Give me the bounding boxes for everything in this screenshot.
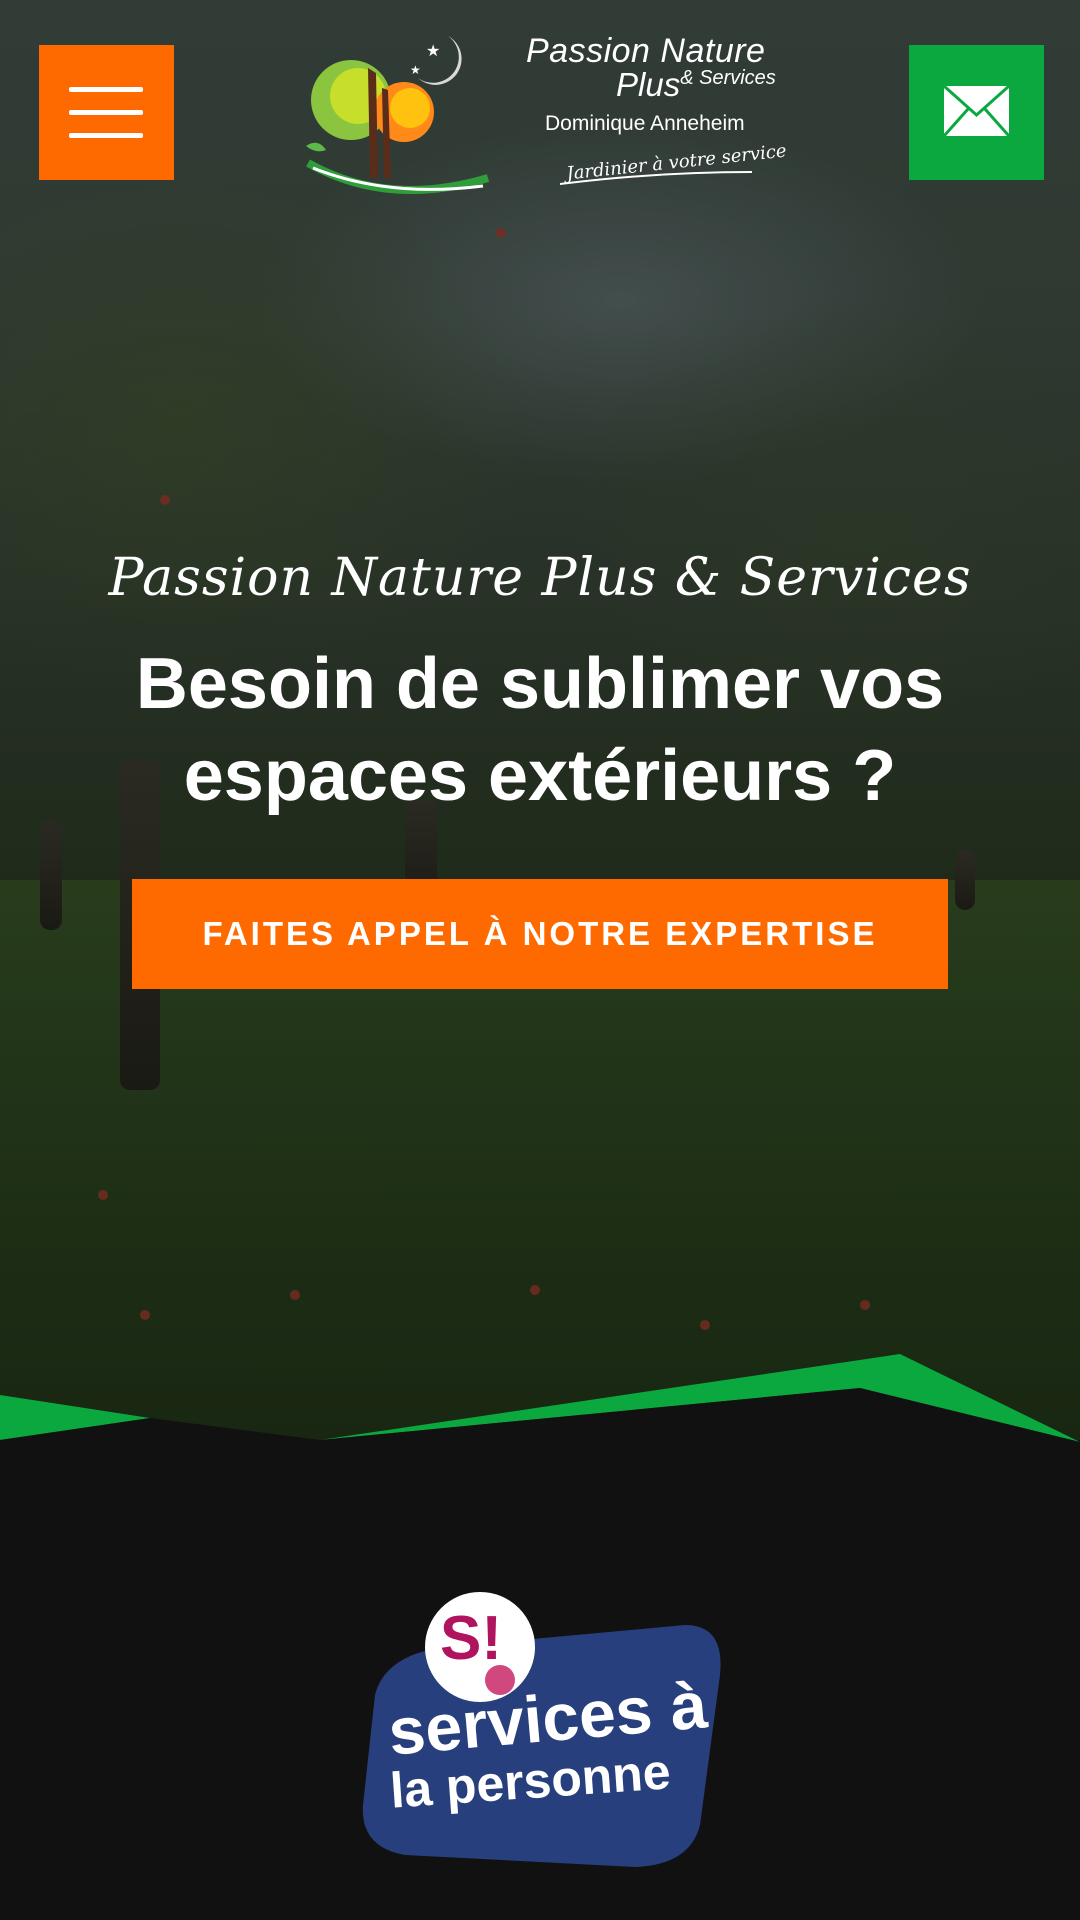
brand-plus: Plus	[616, 66, 681, 103]
hero-headline: Besoin de sublimer vos espaces extérieur…	[135, 644, 945, 816]
brand-name-line2: Plus& Services	[616, 66, 776, 104]
tree-trunk	[955, 850, 975, 910]
expertise-cta-button[interactable]: FAITES APPEL À NOTRE EXPERTISE	[132, 879, 948, 989]
apple	[860, 1300, 870, 1310]
section-divider	[0, 1354, 1080, 1450]
apple	[530, 1285, 540, 1295]
tagline-underline	[559, 171, 753, 185]
tree-logo-icon: ★ ★	[306, 36, 490, 194]
apple	[290, 1290, 300, 1300]
si-label: S!	[440, 1604, 502, 1673]
svg-text:★: ★	[410, 63, 421, 77]
apple	[160, 495, 170, 505]
contact-button[interactable]	[909, 45, 1044, 180]
brand-suffix: & Services	[680, 67, 776, 89]
apple	[140, 1310, 150, 1320]
svg-text:★: ★	[426, 43, 440, 60]
envelope-icon	[943, 85, 1010, 137]
hero-kicker: Passion Nature Plus & Services	[108, 548, 972, 608]
apple	[700, 1320, 710, 1330]
apple	[496, 228, 506, 238]
brand-owner: Dominique Anneheim	[545, 112, 745, 135]
apple	[98, 1190, 108, 1200]
menu-button[interactable]	[39, 45, 174, 180]
tree-trunk	[40, 820, 62, 930]
site-logo[interactable]: ★ ★ Passion Nature Plus& Services Domini…	[298, 28, 788, 203]
